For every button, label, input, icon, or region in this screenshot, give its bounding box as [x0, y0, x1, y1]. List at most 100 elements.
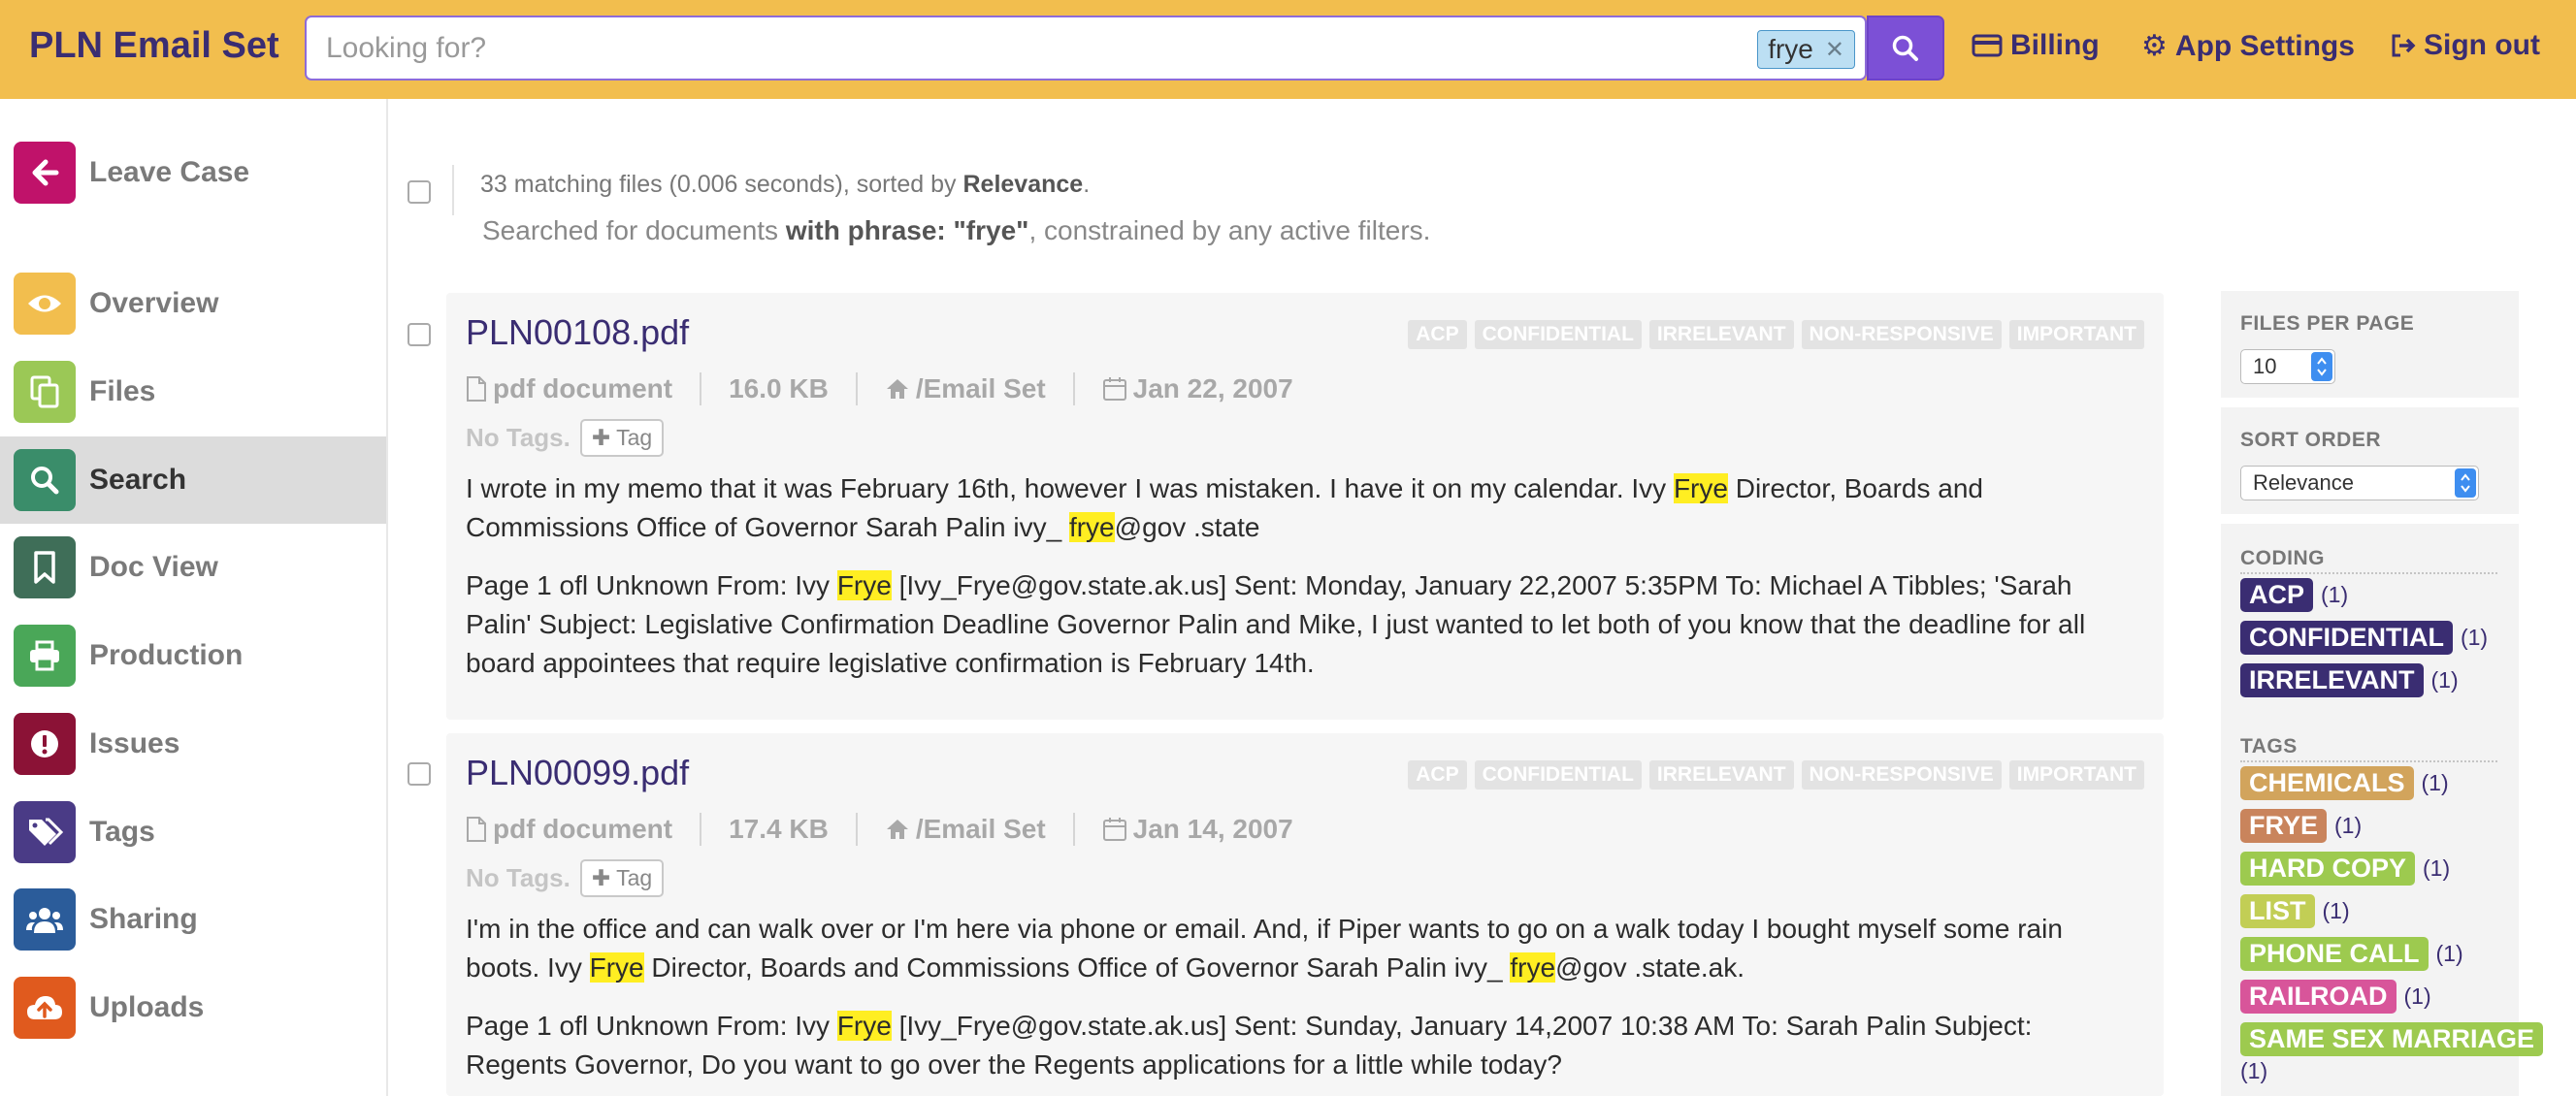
file-path[interactable]: /Email Set: [885, 373, 1046, 404]
snippet: Page 1 ofl Unknown From: Ivy Frye [Ivy_F…: [466, 1007, 2135, 1084]
result-checkbox[interactable]: [408, 323, 431, 346]
coding-badge[interactable]: IRRELEVANT: [1648, 320, 1794, 349]
coding-badge[interactable]: NON-RESPONSIVE: [1801, 760, 2002, 790]
search-term-chip[interactable]: frye ✕: [1757, 30, 1855, 69]
billing-link[interactable]: Billing: [1972, 29, 2100, 62]
sidebar-item-label: Issues: [89, 727, 180, 759]
add-tag-button[interactable]: ✚ Tag: [579, 419, 665, 457]
coding-badge[interactable]: CONFIDENTIAL: [1474, 760, 1642, 790]
sort-order-value: Relevance: [2253, 470, 2354, 495]
tag-facet[interactable]: FRYE (1): [2240, 809, 2362, 843]
select-all-checkbox[interactable]: [408, 180, 431, 204]
sidebar-item-label: Uploads: [89, 991, 205, 1023]
sort-order-panel: SORT ORDER Relevance: [2221, 407, 2519, 514]
file-meta: pdf document 17.4 KB /Email Set Jan 14, …: [466, 813, 1293, 846]
sort-order-select[interactable]: Relevance: [2240, 466, 2479, 500]
sidebar-item-production[interactable]: Production: [0, 612, 386, 699]
billing-label: Billing: [2010, 29, 2100, 61]
file-path[interactable]: /Email Set: [885, 814, 1046, 845]
doc-type-label: pdf document: [493, 814, 673, 844]
facet-count: (1): [2240, 1058, 2268, 1083]
app-settings-label: App Settings: [2174, 29, 2355, 62]
home-icon: [886, 820, 908, 839]
files-per-page-select[interactable]: 10: [2240, 349, 2335, 384]
tag-facet[interactable]: CHEMICALS (1): [2240, 766, 2449, 800]
search-button[interactable]: [1867, 16, 1944, 81]
tag-facet[interactable]: LIST (1): [2240, 894, 2350, 928]
file-date-label: Jan 22, 2007: [1132, 373, 1293, 403]
file-date: Jan 14, 2007: [1102, 814, 1293, 845]
coding-badge[interactable]: NON-RESPONSIVE: [1801, 320, 2002, 349]
file-size: 17.4 KB: [729, 814, 829, 844]
coding-facet[interactable]: ACP (1): [2240, 578, 2348, 612]
facet-count: (1): [2421, 770, 2449, 795]
sign-out-icon: [2392, 34, 2416, 57]
sidebar-item-label: Leave Case: [89, 156, 250, 188]
sidebar-item-tags[interactable]: Tags: [0, 789, 386, 876]
sidebar-item-overview[interactable]: Overview: [0, 260, 386, 347]
files-per-page-value: 10: [2253, 354, 2277, 378]
tag-facet[interactable]: HARD COPY (1): [2240, 852, 2450, 886]
highlight: Frye: [836, 1011, 892, 1041]
sidebar-item-issues[interactable]: Issues: [0, 700, 386, 788]
snippet-text: Page 1 ofl Unknown From: Ivy: [466, 570, 837, 600]
sidebar-item-doc-view[interactable]: Doc View: [0, 524, 386, 611]
no-tags-label: No Tags.: [466, 863, 571, 892]
sidebar-item-label: Sharing: [89, 903, 198, 935]
sidebar-item-files[interactable]: Files: [0, 348, 386, 435]
sidebar-item-label: Search: [89, 464, 187, 496]
sort-name: Relevance: [962, 171, 1084, 198]
app-settings-link[interactable]: ⚙ App Settings: [2141, 29, 2355, 63]
divider: [2240, 572, 2497, 574]
coding-badge[interactable]: IMPORTANT: [2008, 760, 2144, 790]
exclamation-icon: [14, 713, 76, 775]
credit-card-icon: [1972, 34, 2003, 57]
coding-facet[interactable]: IRRELEVANT (1): [2240, 663, 2459, 697]
sidebar-item-leave-case[interactable]: Leave Case: [0, 129, 386, 216]
calendar-icon: [1102, 818, 1126, 841]
coding-badge[interactable]: IRRELEVANT: [1648, 760, 1794, 790]
facet-count: (1): [2423, 855, 2451, 881]
remove-term-icon[interactable]: ✕: [1825, 36, 1844, 64]
search-term-label: frye: [1768, 34, 1813, 64]
sign-out-link[interactable]: Sign out: [2389, 29, 2540, 62]
eye-icon: [14, 273, 76, 335]
sidebar-item-sharing[interactable]: Sharing: [0, 876, 386, 963]
arrow-left-icon: [14, 142, 76, 204]
select-arrows-icon: [2455, 468, 2476, 498]
highlight: Frye: [589, 952, 644, 983]
result-summary-end: .: [1083, 171, 1091, 198]
coding-badge[interactable]: IMPORTANT: [2008, 320, 2144, 349]
search-box[interactable]: frye ✕: [305, 16, 1867, 81]
files-icon: [14, 361, 76, 423]
coding-badge[interactable]: CONFIDENTIAL: [1474, 320, 1642, 349]
tag-facet[interactable]: SAME SEX MARRIAGE (1): [2240, 1022, 2544, 1084]
highlight: frye: [1068, 512, 1115, 542]
result-title-link[interactable]: PLN00108.pdf: [466, 312, 689, 353]
add-tag-button[interactable]: ✚ Tag: [579, 859, 665, 897]
coding-badge[interactable]: ACP: [1408, 320, 1467, 349]
users-icon: [14, 888, 76, 951]
app-title[interactable]: PLN Email Set: [29, 25, 279, 67]
tag-facet[interactable]: RAILROAD (1): [2240, 980, 2431, 1014]
facet-count: (1): [2435, 941, 2463, 966]
highlight: frye: [1510, 952, 1556, 983]
result-title-link[interactable]: PLN00099.pdf: [466, 753, 689, 793]
result-checkbox[interactable]: [408, 762, 431, 786]
result-summary: 33 matching files (0.006 seconds), sorte…: [480, 171, 1090, 199]
highlight: Frye: [1673, 473, 1728, 503]
tag-facet-badge: FRYE: [2240, 809, 2328, 843]
coding-facet[interactable]: CONFIDENTIAL (1): [2240, 621, 2488, 655]
sidebar-item-uploads[interactable]: Uploads: [0, 964, 386, 1051]
tags-label: TAGS: [2240, 735, 2298, 758]
search-input[interactable]: [326, 29, 1665, 68]
tag-facet-badge: HARD COPY: [2240, 852, 2416, 886]
sidebar-item-search[interactable]: Search: [0, 436, 386, 524]
separator: [700, 372, 702, 405]
snippet: Page 1 ofl Unknown From: Ivy Frye [Ivy_F…: [466, 566, 2135, 683]
snippet-text: Page 1 ofl Unknown From: Ivy: [466, 1011, 837, 1041]
coding-badge[interactable]: ACP: [1408, 760, 1467, 790]
result-count-text: 33 matching files (0.006 seconds), sorte…: [480, 171, 963, 198]
tag-facet[interactable]: PHONE CALL (1): [2240, 937, 2463, 971]
print-icon: [14, 625, 76, 687]
